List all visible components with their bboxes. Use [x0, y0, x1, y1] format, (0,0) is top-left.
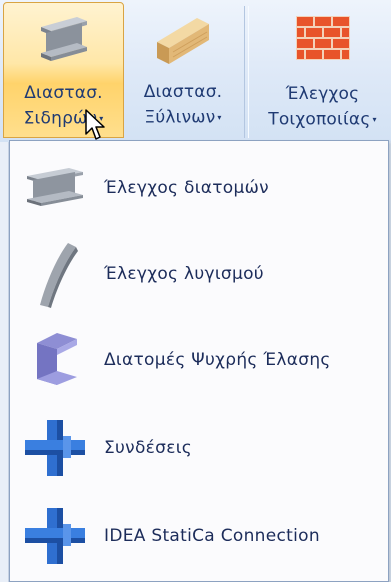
timber-design-button[interactable]: Διαστασ. Ξύλινων ▾	[126, 2, 240, 138]
steel-i-beam-icon	[33, 13, 95, 71]
timber-button-label-line1: Διαστασ.	[143, 82, 223, 102]
ribbon-panel: Διαστασ. Σιδηρών ▾ Διαστασ. Ξύλινων ▾ Έλ…	[0, 0, 391, 142]
chevron-down-icon: ▾	[372, 115, 377, 124]
menu-item-buckling-check[interactable]: Έλεγχος λυγισμού	[10, 229, 388, 319]
menu-item-label: Συνδέσεις	[104, 438, 193, 458]
cold-formed-section-icon	[20, 325, 90, 395]
menu-item-connections[interactable]: Συνδέσεις	[10, 403, 388, 493]
timber-button-label-line2: Ξύλινων	[144, 107, 216, 128]
masonry-button-label-line1: Έλεγχος	[285, 84, 360, 104]
buckling-member-icon	[20, 239, 90, 309]
chevron-down-icon: ▾	[217, 113, 222, 122]
left-panel-edge	[0, 142, 9, 582]
menu-item-label: Διατομές Ψυχρής Έλασης	[104, 350, 331, 370]
timber-beam-icon	[151, 12, 215, 72]
menu-item-idea-statica-connection[interactable]: IDEA StatiCa Connection	[10, 491, 388, 581]
menu-item-label: Έλεγχος διατομών	[104, 178, 269, 198]
brick-wall-icon	[294, 12, 352, 68]
masonry-button-label-line2: Τοιχοποιίας	[268, 109, 371, 130]
menu-item-label: IDEA StatiCa Connection	[104, 526, 320, 546]
ribbon-separator	[244, 6, 249, 138]
steel-connection-icon	[20, 413, 90, 483]
steel-button-label-line1: Διαστασ.	[24, 83, 103, 103]
mouse-pointer-icon	[84, 108, 106, 146]
menu-item-section-check[interactable]: Έλεγχος διατομών	[10, 143, 388, 233]
steel-design-dropdown-menu: Έλεγχος διατομών Έλεγχος λυγισμού Διατομ…	[9, 140, 389, 582]
steel-section-icon	[20, 153, 90, 223]
masonry-check-button[interactable]: Έλεγχος Τοιχοποιίας ▾	[254, 2, 391, 138]
menu-item-label: Έλεγχος λυγισμού	[104, 264, 264, 284]
idea-statica-connection-icon	[20, 501, 90, 571]
menu-item-cold-formed-sections[interactable]: Διατομές Ψυχρής Έλασης	[10, 315, 388, 405]
